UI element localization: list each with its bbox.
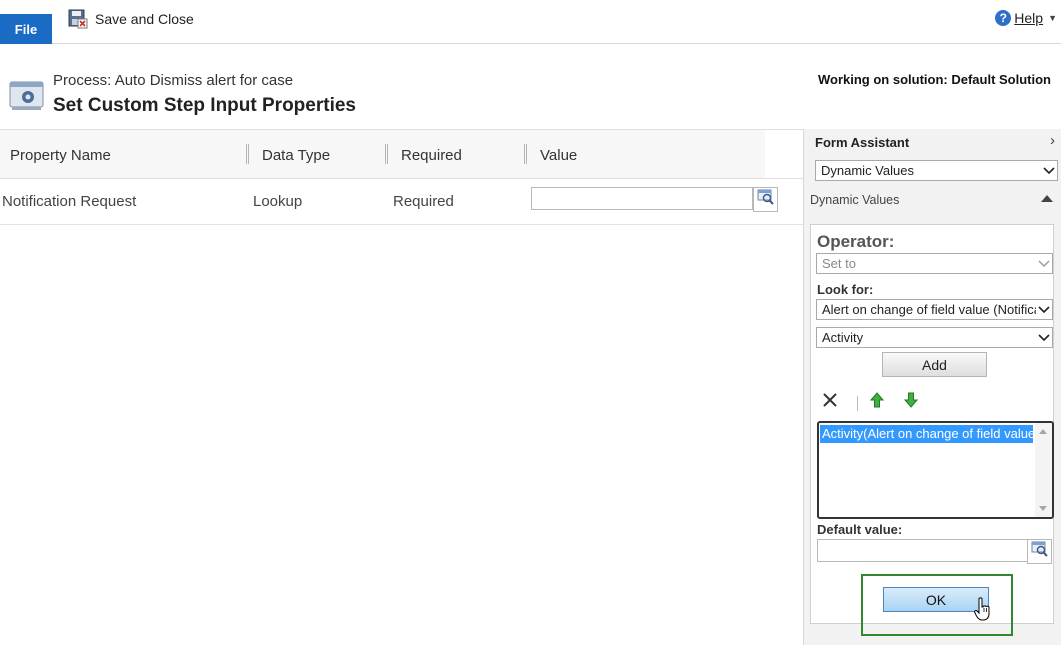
- column-header-property-name[interactable]: Property Name: [10, 147, 111, 164]
- process-label: Process: Auto Dismiss alert for case: [53, 72, 294, 89]
- ribbon: File Save and Close ? Help ▼: [0, 0, 1061, 44]
- cell-property-name: Notification Request: [2, 193, 137, 210]
- column-separator[interactable]: [246, 144, 249, 164]
- look-for-field-select[interactable]: Activity: [816, 327, 1053, 348]
- dynamic-values-section-label: Dynamic Values: [810, 193, 900, 207]
- table-row[interactable]: Notification Request Lookup Required: [0, 179, 803, 225]
- default-value-input[interactable]: [817, 539, 1028, 562]
- move-up-icon[interactable]: [868, 391, 886, 409]
- default-value-label: Default value:: [817, 522, 903, 537]
- solution-indicator: Working on solution: Default Solution: [817, 72, 1051, 87]
- lookup-icon: [1031, 541, 1049, 562]
- cell-data-type: Lookup: [253, 193, 303, 210]
- file-tab[interactable]: File: [0, 14, 52, 44]
- chevron-down-icon: [1036, 260, 1052, 268]
- save-close-icon: [68, 9, 88, 29]
- form-assistant-title: Form Assistant: [815, 135, 910, 150]
- move-down-icon[interactable]: [902, 391, 920, 409]
- column-header-required[interactable]: Required: [401, 147, 462, 164]
- chevron-down-icon: [1036, 333, 1052, 342]
- default-value-lookup-button[interactable]: [1027, 539, 1052, 564]
- operator-value: Set to: [822, 256, 856, 271]
- column-header-value[interactable]: Value: [540, 147, 577, 164]
- listbox-scrollbar[interactable]: [1035, 423, 1052, 517]
- look-for-entity-select[interactable]: Alert on change of field value (Notifica…: [816, 299, 1053, 320]
- operator-label: Operator:: [817, 232, 895, 251]
- grid-header: Property Name Data Type Required Value: [0, 129, 803, 179]
- page-title: Set Custom Step Input Properties: [53, 95, 356, 116]
- form-assistant-view-select[interactable]: Dynamic Values: [815, 160, 1058, 181]
- cell-required: Required: [393, 193, 454, 210]
- help-icon: ?: [995, 10, 1012, 26]
- look-for-label: Look for:: [817, 282, 874, 297]
- chevron-right-icon[interactable]: ›: [1050, 132, 1055, 149]
- collapse-up-icon[interactable]: [1041, 195, 1053, 202]
- operator-select[interactable]: Set to: [816, 253, 1053, 274]
- scroll-up-icon[interactable]: [1039, 429, 1047, 434]
- list-item[interactable]: Activity(Alert on change of field value …: [820, 425, 1033, 443]
- toolbar-separator: [857, 396, 858, 411]
- process-icon: [9, 80, 45, 117]
- value-lookup-input[interactable]: [531, 187, 753, 210]
- column-separator[interactable]: [524, 144, 527, 164]
- form-assistant-view-value: Dynamic Values: [821, 163, 914, 178]
- delete-x-icon[interactable]: [821, 391, 839, 409]
- chevron-down-icon: ▼: [1048, 13, 1057, 23]
- save-and-close-button[interactable]: Save and Close: [68, 8, 194, 30]
- grid-header-stub: [765, 130, 803, 178]
- scroll-down-icon[interactable]: [1039, 506, 1047, 511]
- chevron-down-icon: [1041, 166, 1057, 175]
- look-for-entity-value: Alert on change of field value (Notifica…: [822, 302, 1036, 317]
- column-separator[interactable]: [385, 144, 388, 164]
- chevron-down-icon: [1036, 305, 1052, 314]
- add-button[interactable]: Add: [882, 352, 987, 377]
- form-assistant-panel: Form Assistant › Dynamic Values Dynamic …: [803, 129, 1061, 645]
- lookup-icon: [757, 189, 775, 210]
- dynamic-values-box: Operator: Set to Look for: Alert on chan…: [810, 224, 1054, 636]
- value-lookup-button[interactable]: [753, 187, 778, 212]
- column-header-data-type[interactable]: Data Type: [262, 147, 330, 164]
- save-and-close-label: Save and Close: [95, 11, 194, 27]
- help-menu[interactable]: ? Help ▼: [995, 10, 1057, 26]
- properties-grid: Property Name Data Type Required Value N…: [0, 129, 803, 645]
- hand-cursor-icon: [974, 597, 992, 626]
- selected-values-listbox[interactable]: Activity(Alert on change of field value …: [817, 421, 1054, 519]
- help-label: Help: [1014, 10, 1044, 26]
- look-for-field-value: Activity: [822, 330, 864, 345]
